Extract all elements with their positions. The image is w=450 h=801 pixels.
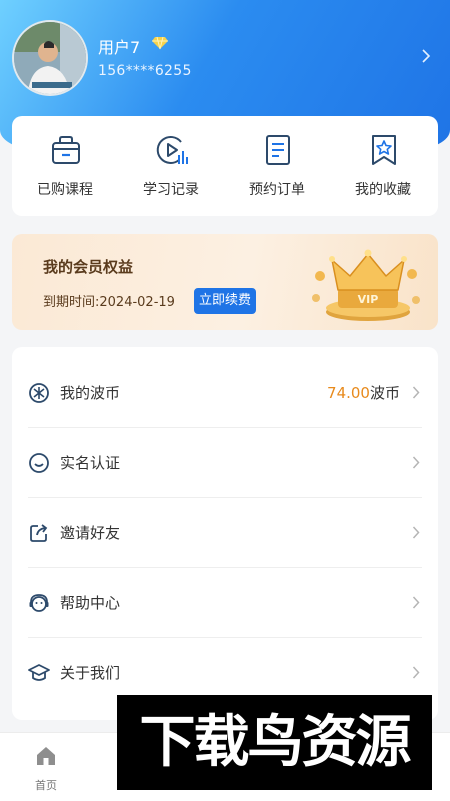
coin-unit: 波币 [369,384,400,402]
quick-action-booking-orders[interactable]: 预约订单 [224,116,330,216]
vip-title: 我的会员权益 [43,258,134,276]
vip-crown-icon: VIP [312,249,420,321]
quick-action-label: 预约订单 [249,182,305,198]
user-name: 用户7 [98,38,141,57]
renew-button[interactable]: 立即续费 [194,288,256,314]
bookmark-star-icon [372,135,396,165]
menu-item-my-coins[interactable]: 我的波币 74.00波币 [28,358,422,428]
home-icon [37,747,55,765]
chevron-right-icon[interactable] [421,49,431,63]
share-icon [30,524,48,542]
menu-item-help-center[interactable]: 帮助中心 [28,568,422,638]
coin-amount: 74.00 [327,384,370,402]
menu-item-invite-friends[interactable]: 邀请好友 [28,498,422,568]
tab-home-label: 首页 [35,779,57,792]
menu-item-label: 关于我们 [60,664,121,682]
menu-item-label: 帮助中心 [60,594,121,612]
quick-action-label: 学习记录 [143,182,199,198]
quick-action-label: 已购课程 [37,182,93,198]
quick-action-study-records[interactable]: 学习记录 [118,116,224,216]
menu-item-label: 邀请好友 [60,524,121,542]
vip-benefits-card[interactable]: 我的会员权益 到期时间:2024-02-19 立即续费 VIP [12,234,438,330]
quick-action-favorites[interactable]: 我的收藏 [330,116,436,216]
chevron-right-icon [412,666,420,679]
graduation-cap-icon [28,664,50,681]
menu-item-real-name-verification[interactable]: 实名认证 [28,428,422,498]
vip-badge-text: VIP [358,293,379,306]
document-icon [266,135,290,165]
basket-icon [52,136,80,164]
smile-face-icon [29,453,49,473]
quick-action-label: 我的收藏 [355,182,411,198]
menu-item-label: 我的波币 [60,384,121,402]
menu-list-card: 我的波币 74.00波币 实名认证 邀请好友 帮助中心 关于我们 [12,347,438,720]
menu-item-label: 实名认证 [60,454,121,472]
chevron-right-icon [412,456,420,469]
chevron-right-icon [412,596,420,609]
diamond-icon [152,36,168,50]
chevron-right-icon [412,526,420,539]
tab-home[interactable]: 首页 [26,741,66,797]
coin-icon [29,383,49,403]
avatar[interactable] [12,20,88,96]
chevron-right-icon [412,386,420,399]
quick-action-purchased-courses[interactable]: 已购课程 [12,116,118,216]
avatar-photo [14,22,86,94]
quick-actions-card: 已购课程 学习记录 预约订单 我的收藏 [12,116,438,216]
play-stats-icon [156,135,188,164]
support-icon [29,594,49,612]
vip-expire-date: 到期时间:2024-02-19 [43,295,175,310]
user-phone: 156****6255 [98,63,192,79]
coin-balance: 74.00波币 [327,382,400,403]
watermark-banner: 下载鸟资源 [117,695,432,790]
